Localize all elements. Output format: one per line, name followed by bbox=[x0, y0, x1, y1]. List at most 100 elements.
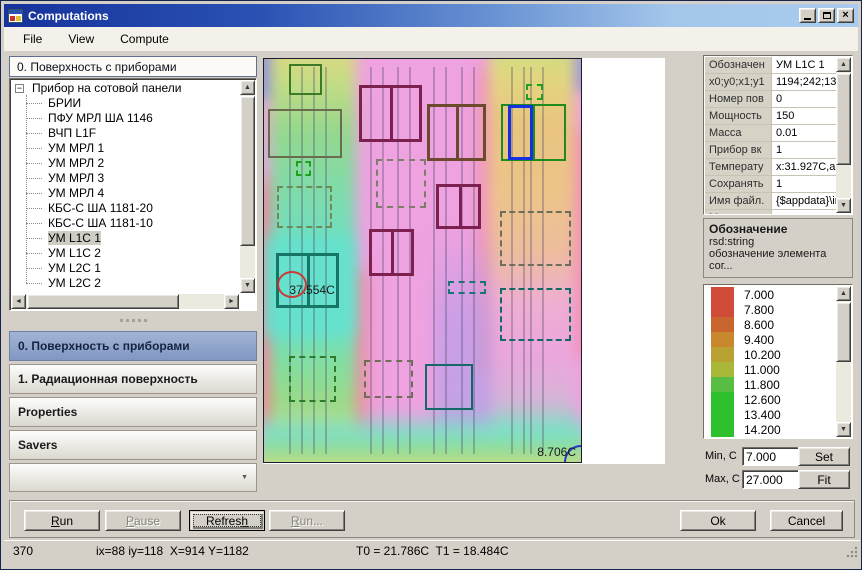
component-outline[interactable] bbox=[364, 360, 414, 398]
property-value[interactable]: 1 bbox=[772, 142, 836, 158]
menu-item-compute[interactable]: Compute bbox=[107, 29, 182, 49]
component-outline[interactable] bbox=[289, 356, 336, 403]
property-value[interactable]: x:31.927C,a:3 bbox=[772, 159, 836, 175]
property-value[interactable]: 1194;242;1308 bbox=[772, 74, 836, 90]
component-outline[interactable] bbox=[508, 105, 533, 160]
property-row[interactable]: Номер пов0 bbox=[705, 91, 836, 108]
menu-item-file[interactable]: File bbox=[10, 29, 55, 49]
component-outline[interactable] bbox=[427, 104, 486, 162]
tree-item[interactable]: УМ L1C 1 bbox=[12, 231, 239, 246]
tree-item[interactable]: КБС-С ША 1181-10 bbox=[12, 216, 239, 231]
property-row[interactable]: ОбозначенУМ L1C 1 bbox=[705, 57, 836, 74]
component-outline[interactable] bbox=[436, 184, 481, 230]
component-outline[interactable] bbox=[277, 186, 332, 228]
component-outline[interactable] bbox=[296, 161, 311, 176]
tree-item[interactable]: БРИИ bbox=[12, 96, 239, 111]
description-text: обозначение элемента сог... bbox=[709, 248, 847, 272]
menu-bar: FileViewCompute bbox=[4, 27, 858, 51]
accordion-item-0[interactable]: 0. Поверхность с приборами bbox=[9, 331, 257, 361]
accordion-item-2[interactable]: Properties bbox=[9, 397, 257, 427]
scroll-down-button[interactable]: ▼ bbox=[240, 278, 255, 293]
component-outline[interactable] bbox=[268, 109, 342, 159]
component-outline[interactable] bbox=[500, 288, 571, 341]
tree-item-label: ПФУ МРЛ ША 1146 bbox=[48, 111, 153, 125]
menu-item-view[interactable]: View bbox=[55, 29, 107, 49]
component-outline[interactable] bbox=[448, 281, 486, 294]
property-row[interactable]: Масса0.01 bbox=[705, 125, 836, 142]
component-outline[interactable] bbox=[359, 85, 422, 142]
surface-selector[interactable]: 0. Поверхность с приборами bbox=[9, 56, 257, 77]
legend-vscroll-thumb[interactable] bbox=[836, 302, 851, 362]
cancel-button[interactable]: Cancel bbox=[770, 510, 843, 531]
accordion-item-empty[interactable]: ▼ bbox=[9, 463, 257, 492]
tree-root-item[interactable]: −Прибор на сотовой панели bbox=[12, 81, 239, 96]
property-row[interactable]: Максимал bbox=[705, 210, 836, 214]
legend-vscrollbar[interactable]: ▲ ▼ bbox=[836, 286, 851, 437]
tree-item[interactable]: УМ L1C 2 bbox=[12, 246, 239, 261]
scroll-down-button[interactable]: ▼ bbox=[836, 198, 851, 213]
tree-vscroll-thumb[interactable] bbox=[240, 96, 255, 246]
tree-item[interactable]: УМ МРЛ 4 bbox=[12, 186, 239, 201]
resize-grip[interactable] bbox=[846, 546, 858, 558]
refresh-button[interactable]: Refresh bbox=[189, 510, 265, 531]
property-value[interactable]: 0.01 bbox=[772, 125, 836, 141]
scroll-right-button[interactable]: ► bbox=[224, 294, 239, 309]
property-value[interactable]: {$appdata}\ire bbox=[772, 193, 836, 209]
maximize-button[interactable] bbox=[818, 8, 835, 23]
props-vscrollbar[interactable]: ▲ ▼ bbox=[836, 57, 851, 213]
thermal-heatmap[interactable]: 37.554C 8.706C bbox=[263, 58, 582, 463]
panel-splitter[interactable] bbox=[9, 316, 257, 325]
minimize-button[interactable] bbox=[799, 8, 816, 23]
component-outline[interactable] bbox=[369, 229, 414, 276]
window-title: Computations bbox=[28, 9, 799, 23]
property-value[interactable]: 0 bbox=[772, 91, 836, 107]
property-value[interactable]: 1 bbox=[772, 176, 836, 192]
property-row[interactable]: x0;y0;x1;y11194;242;1308 bbox=[705, 74, 836, 91]
tree-item[interactable]: УМ МРЛ 3 bbox=[12, 171, 239, 186]
run-button[interactable]: Run bbox=[24, 510, 100, 531]
tree-item[interactable]: УМ МРЛ 1 bbox=[12, 141, 239, 156]
component-outline[interactable] bbox=[425, 364, 473, 411]
tree-item[interactable]: УМ МРЛ 2 bbox=[12, 156, 239, 171]
component-outline[interactable] bbox=[500, 211, 571, 266]
property-row[interactable]: Температуx:31.927C,a:3 bbox=[705, 159, 836, 176]
tree-hscrollbar[interactable]: ◄ ► bbox=[11, 294, 239, 309]
property-value[interactable] bbox=[772, 210, 836, 214]
scroll-left-button[interactable]: ◄ bbox=[11, 294, 26, 309]
max-input[interactable] bbox=[742, 470, 800, 489]
property-row[interactable]: Прибор вк1 bbox=[705, 142, 836, 159]
scroll-up-button[interactable]: ▲ bbox=[836, 57, 851, 72]
tree-item[interactable]: ВЧП L1F bbox=[12, 126, 239, 141]
scroll-down-button[interactable]: ▼ bbox=[836, 422, 851, 437]
props-vscroll-thumb[interactable] bbox=[836, 73, 851, 165]
ok-button[interactable]: Ok bbox=[680, 510, 756, 531]
tree-item[interactable]: КБС-С ША 1181-20 bbox=[12, 201, 239, 216]
property-row[interactable]: Сохранять1 bbox=[705, 176, 836, 193]
titlebar[interactable]: Computations × bbox=[4, 4, 858, 27]
property-row[interactable]: Имя файл.{$appdata}\ire bbox=[705, 193, 836, 210]
scroll-up-button[interactable]: ▲ bbox=[240, 80, 255, 95]
fit-button[interactable]: Fit bbox=[798, 470, 850, 489]
property-value[interactable]: УМ L1C 1 bbox=[772, 57, 836, 73]
component-outline[interactable] bbox=[289, 64, 322, 95]
minimize-icon bbox=[804, 18, 811, 20]
tree-item[interactable]: ПФУ МРЛ ША 1146 bbox=[12, 111, 239, 126]
component-outline[interactable] bbox=[526, 84, 543, 100]
property-row[interactable]: Мощность150 bbox=[705, 108, 836, 125]
collapse-icon[interactable]: − bbox=[15, 84, 24, 93]
close-button[interactable]: × bbox=[837, 8, 854, 23]
scroll-up-button[interactable]: ▲ bbox=[836, 286, 851, 301]
tree-item[interactable]: УМ L2C 2 bbox=[12, 276, 239, 291]
tree-item-label: УМ МРЛ 2 bbox=[48, 156, 104, 170]
tree-hscroll-thumb[interactable] bbox=[27, 294, 179, 309]
component-outline[interactable] bbox=[376, 159, 427, 209]
accordion-item-1[interactable]: 1. Радиационная поверхность bbox=[9, 364, 257, 394]
legend-row: 10.200 bbox=[711, 347, 835, 362]
property-value[interactable]: 150 bbox=[772, 108, 836, 124]
tree-vscrollbar[interactable]: ▲ ▼ bbox=[240, 80, 255, 293]
accordion-item-3[interactable]: Savers bbox=[9, 430, 257, 460]
tree-item[interactable]: УМ L2C 1 bbox=[12, 261, 239, 276]
tree-item-label: УМ МРЛ 3 bbox=[48, 171, 104, 185]
set-button[interactable]: Set bbox=[798, 447, 850, 466]
min-input[interactable] bbox=[742, 447, 800, 466]
